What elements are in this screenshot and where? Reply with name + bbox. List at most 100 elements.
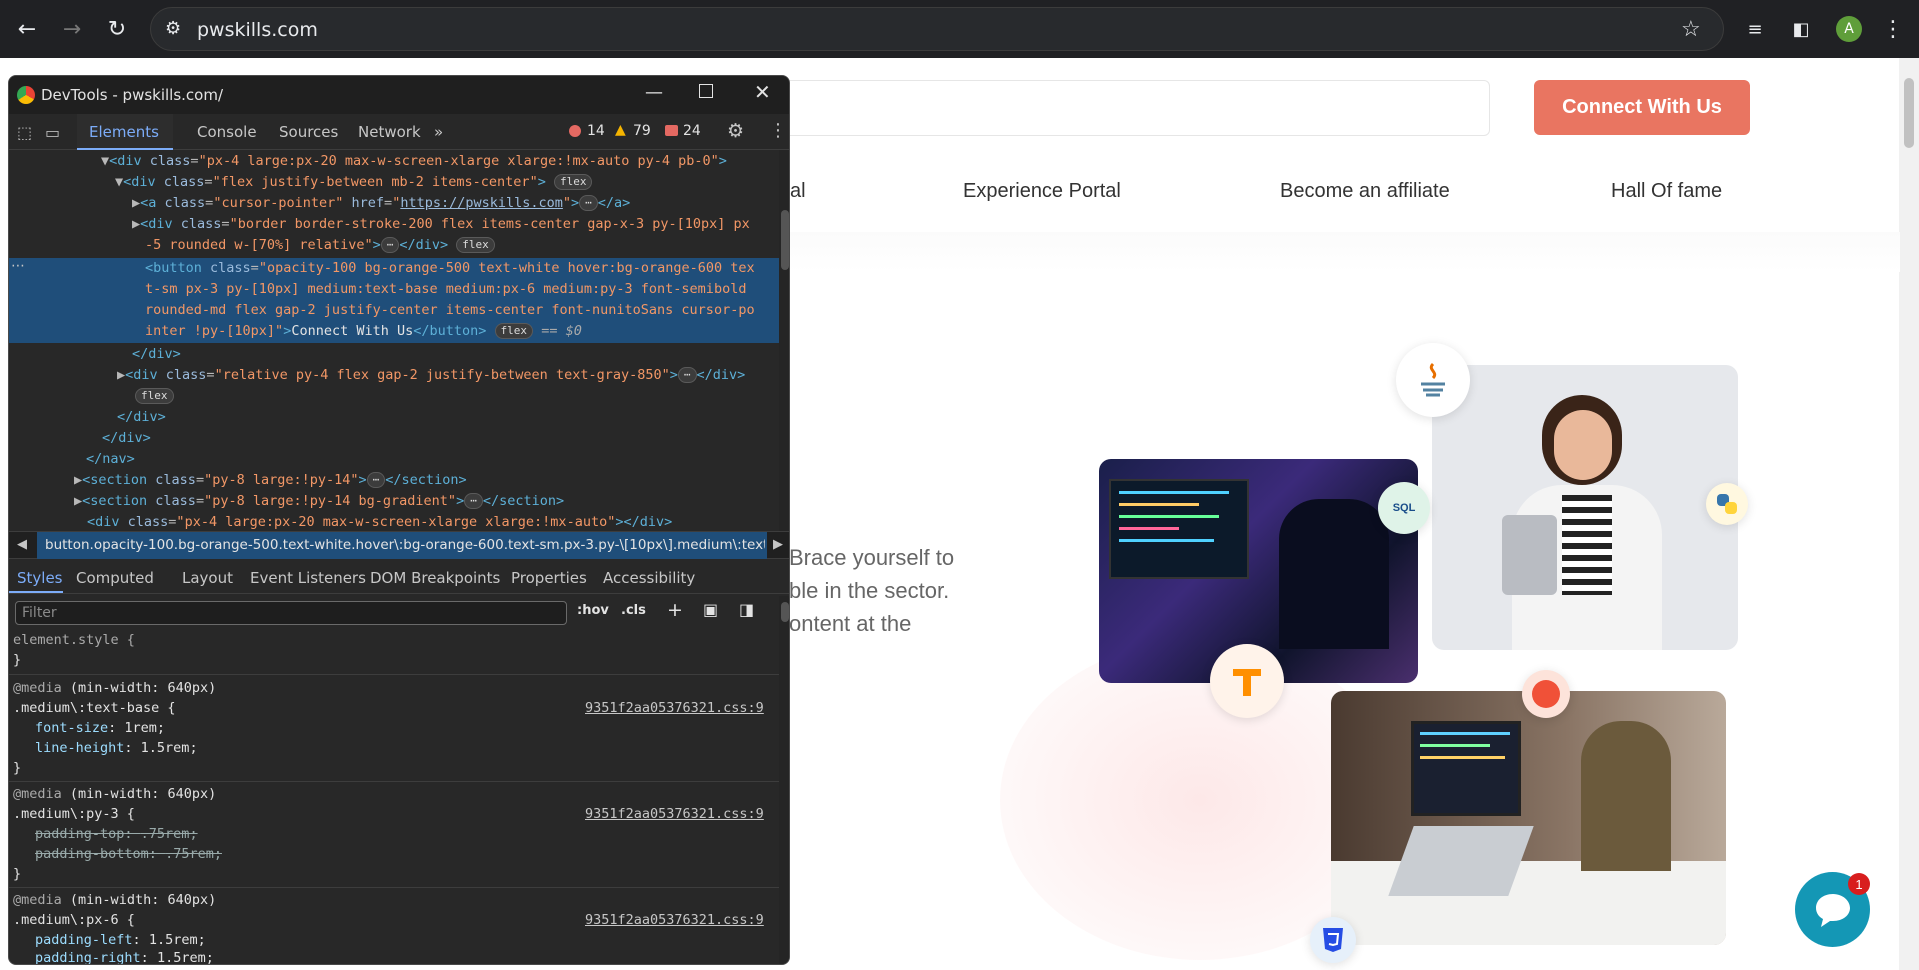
paint-icon[interactable]: ▣	[703, 600, 718, 619]
page-scrollbar[interactable]	[1899, 58, 1919, 970]
breadcrumb: ◀ button.opacity-100.bg-orange-500.text-…	[9, 531, 789, 559]
css-declaration-overridden[interactable]: padding-top: .75rem;	[35, 826, 198, 842]
dom-node[interactable]: ▼<div class="flex justify-between mb-2 i…	[115, 174, 593, 195]
breadcrumb-left-icon[interactable]: ◀	[17, 537, 27, 552]
java-icon	[1396, 343, 1470, 417]
settings-gear-icon[interactable]: ⚙	[727, 120, 744, 142]
minimize-icon[interactable]: —	[645, 82, 663, 103]
browser-toolbar: ← → ↻ ⚙ pwskills.com ☆ ≡ ◧ A ⋮	[0, 0, 1919, 58]
cls-button[interactable]: .cls	[621, 603, 646, 618]
inspect-icon[interactable]: ⬚	[17, 123, 32, 142]
tab-network[interactable]: Network	[358, 123, 421, 141]
search-box[interactable]	[760, 80, 1490, 136]
css-selector[interactable]: .medium\:px-6 {	[13, 912, 135, 928]
dom-node-selected[interactable]: rounded-md flex gap-2 justify-center ite…	[145, 302, 755, 323]
nav-link-hall-of-fame[interactable]: Hall Of fame	[1611, 180, 1722, 203]
add-rule-icon[interactable]: +	[667, 599, 683, 621]
forward-icon[interactable]: →	[55, 12, 89, 46]
menu-icon[interactable]: ⋮	[1876, 12, 1910, 46]
css-declaration-overridden[interactable]: padding-bottom: .75rem;	[35, 846, 222, 862]
tab-elements[interactable]: Elements	[89, 123, 159, 141]
dom-node[interactable]: ▶<section class="py-8 large:!py-14"> ⋯ </s…	[74, 472, 467, 493]
node-actions-icon[interactable]: ⋯	[11, 258, 25, 274]
warning-count[interactable]: 79	[633, 123, 651, 139]
dom-node-selected[interactable]: t-sm px-3 py-[10px] medium:text-base med…	[145, 281, 746, 302]
subtab-accessibility[interactable]: Accessibility	[603, 569, 695, 587]
dom-scrollbar[interactable]	[779, 150, 789, 532]
dom-node-selected[interactable]: <button class="opacity-100 bg-orange-500…	[145, 260, 755, 281]
css-selector[interactable]: .medium\:text-base {	[13, 700, 176, 716]
css-declaration[interactable]: font-size: 1rem;	[35, 720, 165, 736]
nav-link-affiliate[interactable]: Become an affiliate	[1280, 180, 1450, 203]
chat-unread-badge: 1	[1848, 873, 1870, 895]
devtools-window: DevTools - pwskills.com/ — ✕ ⬚ ▭ Element…	[8, 75, 790, 965]
rule-divider	[9, 674, 779, 675]
subtab-dom-breakpoints[interactable]: DOM Breakpoints	[370, 569, 500, 587]
dom-node[interactable]: ▼<div class="px-4 large:px-20 max-w-scre…	[101, 153, 727, 174]
css-source-link[interactable]: 9351f2aa05376321.css:9	[585, 806, 764, 822]
dom-node[interactable]: ▶<div class="relative py-4 flex gap-2 ju…	[117, 367, 745, 388]
tab-console[interactable]: Console	[197, 123, 257, 141]
python-icon	[1706, 483, 1748, 525]
rule-close: }	[13, 866, 22, 882]
site-info-icon[interactable]: ⚙	[165, 18, 181, 39]
address-bar[interactable]: ⚙ pwskills.com ☆	[150, 7, 1724, 51]
dom-node[interactable]: ▶<a class="cursor-pointer" href="https:/…	[132, 195, 630, 216]
reload-icon[interactable]: ↻	[100, 12, 134, 46]
css-declaration[interactable]: line-height: 1.5rem;	[35, 740, 198, 756]
dom-node[interactable]: </div>	[102, 430, 151, 451]
dom-node[interactable]: ▶<section class="py-8 large:!py-14 bg-gr…	[74, 493, 564, 514]
issues-icon	[665, 125, 678, 136]
css-source-link[interactable]: 9351f2aa05376321.css:9	[585, 700, 764, 716]
dom-node[interactable]: ▶<div class="border border-stroke-200 fl…	[132, 216, 750, 237]
media-query: @media (min-width: 640px)	[13, 680, 217, 696]
subtab-event-listeners[interactable]: Event Listeners	[250, 569, 366, 587]
bookmark-star-icon[interactable]: ☆	[1681, 16, 1701, 42]
nav-shadow	[790, 232, 1900, 272]
css-selector[interactable]: .medium\:py-3 {	[13, 806, 135, 822]
maximize-icon[interactable]	[699, 84, 713, 98]
close-icon[interactable]: ✕	[754, 80, 771, 104]
desk-image	[1331, 861, 1726, 945]
dom-node[interactable]: -5 rounded w-[70%] relative"> ⋯ </div> fle…	[145, 237, 495, 258]
error-icon	[569, 125, 581, 137]
media-icon[interactable]: ≡	[1738, 12, 1772, 46]
element-style-rule[interactable]: element.style {	[13, 632, 135, 648]
dom-node-selected[interactable]: inter !py-[10px]">Connect With Us</butto…	[145, 323, 582, 344]
css-source-link[interactable]: 9351f2aa05376321.css:9	[585, 912, 764, 928]
hov-button[interactable]: :hov	[577, 603, 609, 618]
flex-badge[interactable]: flex	[553, 174, 593, 190]
back-icon[interactable]: ←	[10, 12, 44, 46]
nav-link-experience-portal[interactable]: Experience Portal	[963, 180, 1121, 203]
css-declaration[interactable]: padding-left: 1.5rem;	[35, 932, 206, 948]
breadcrumb-text[interactable]: button.opacity-100.bg-orange-500.text-wh…	[45, 537, 765, 553]
tensorflow-icon	[1210, 644, 1284, 718]
dom-node[interactable]: </div>	[117, 409, 166, 430]
desk-photo	[1331, 691, 1726, 945]
woman-photo	[1432, 365, 1738, 650]
subtab-layout[interactable]: Layout	[182, 569, 233, 587]
scrollbar-thumb[interactable]	[1904, 78, 1914, 148]
avatar[interactable]: A	[1836, 16, 1862, 42]
breadcrumb-right-icon[interactable]: ▶	[773, 537, 783, 552]
connect-button[interactable]: Connect With Us	[1534, 80, 1750, 135]
device-toolbar-icon[interactable]: ▭	[45, 123, 60, 142]
devtools-menu-icon[interactable]: ⋮	[769, 120, 787, 141]
dom-node[interactable]: </div>	[132, 346, 181, 367]
styles-scrollbar[interactable]	[779, 596, 789, 964]
css-declaration[interactable]: padding-right: 1.5rem;	[35, 950, 214, 964]
more-tabs-icon[interactable]: »	[434, 123, 443, 141]
sidebar-toggle-icon[interactable]: ◨	[739, 600, 754, 619]
hero-text-line: ontent at the	[789, 611, 912, 636]
dom-node[interactable]: flex	[135, 388, 174, 409]
issues-count[interactable]: 24	[683, 123, 701, 139]
side-panel-icon[interactable]: ◧	[1784, 12, 1818, 46]
subtab-properties[interactable]: Properties	[511, 569, 587, 587]
styles-filter-input[interactable]: Filter	[15, 601, 567, 625]
tab-sources[interactable]: Sources	[279, 123, 338, 141]
dom-node[interactable]: </nav>	[86, 451, 135, 472]
subtab-styles[interactable]: Styles	[17, 569, 63, 587]
subtab-computed[interactable]: Computed	[76, 569, 154, 587]
error-count[interactable]: 14	[587, 123, 605, 139]
nav-link-portal[interactable]: al	[790, 180, 806, 203]
